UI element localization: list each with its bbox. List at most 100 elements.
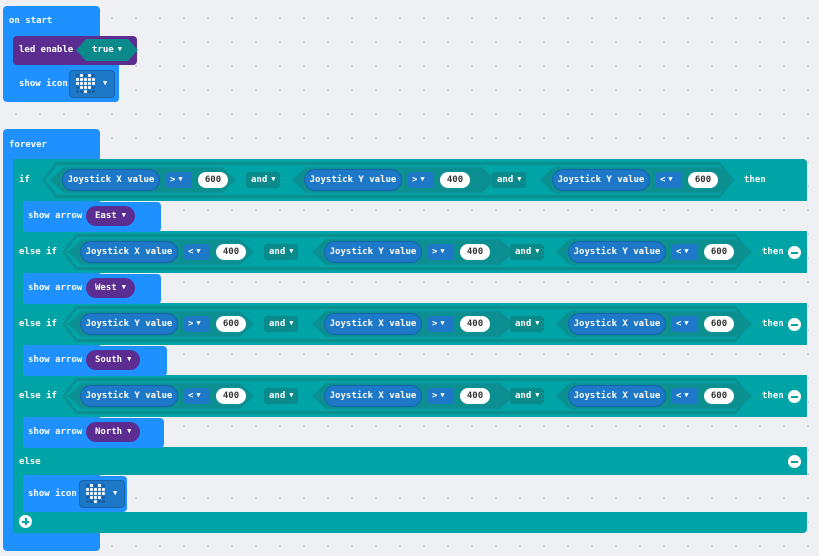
joystick-reporter[interactable]: Joystick Y value	[568, 241, 666, 263]
joystick-reporter[interactable]: Joystick X value	[324, 313, 422, 335]
and-label: and	[515, 247, 532, 257]
joystick-reporter[interactable]: Joystick X value	[568, 313, 666, 335]
joystick-reporter[interactable]: Joystick Y value	[324, 241, 422, 263]
arrow-direction-value: West	[95, 283, 117, 293]
chevron-down-icon: ▼	[103, 79, 108, 87]
chevron-down-icon: ▼	[271, 175, 276, 183]
arrow-direction-dropdown[interactable]: East ▼	[86, 206, 135, 226]
number-input[interactable]: 400	[460, 316, 490, 332]
arrow-direction-dropdown[interactable]: West ▼	[86, 278, 135, 298]
joystick-reporter[interactable]: Joystick Y value	[80, 313, 178, 335]
operator-value: >	[432, 391, 438, 401]
if-footer[interactable]	[13, 512, 807, 533]
comparison-operator-dropdown[interactable]: > ▼	[184, 316, 210, 332]
operator-value: <	[188, 247, 194, 257]
else-label: else	[19, 457, 41, 467]
then-label-3: then	[762, 319, 784, 329]
comparison-operator-dropdown[interactable]: < ▼	[656, 172, 682, 188]
comparison-operator-dropdown[interactable]: < ▼	[672, 316, 698, 332]
comparison-operator-dropdown[interactable]: > ▼	[408, 172, 434, 188]
and-operator-dropdown[interactable]: and ▼	[510, 316, 545, 332]
icon-picker[interactable]: ▼	[69, 70, 115, 98]
if-label: if	[19, 175, 30, 185]
comparison-operator-dropdown[interactable]: > ▼	[428, 316, 454, 332]
number-input[interactable]: 600	[704, 244, 734, 260]
chevron-down-icon: ▼	[113, 489, 118, 497]
remove-else-button[interactable]	[788, 455, 801, 468]
arrow-direction-value: North	[95, 427, 123, 437]
comparison-operator-dropdown[interactable]: < ▼	[672, 244, 698, 260]
else-icon-picker[interactable]: ▼	[79, 480, 125, 508]
joystick-reporter[interactable]: Joystick Y value	[552, 169, 650, 191]
and-label: and	[269, 391, 286, 401]
else-if-label-3: else if	[19, 391, 57, 401]
chevron-down-icon: ▼	[684, 319, 689, 327]
chevron-down-icon: ▼	[196, 247, 201, 255]
arrow-direction-dropdown[interactable]: South ▼	[86, 350, 141, 370]
show-arrow-label: show arrow	[28, 427, 83, 437]
and-operator-dropdown[interactable]: and ▼	[264, 388, 299, 404]
chevron-down-icon: ▼	[289, 391, 294, 399]
show-arrow-label: show arrow	[28, 283, 83, 293]
number-input[interactable]: 600	[688, 172, 718, 188]
number-input[interactable]: 400	[216, 388, 246, 404]
show-arrow-label: show arrow	[28, 355, 83, 365]
chevron-down-icon: ▼	[440, 247, 445, 255]
joystick-reporter[interactable]: Joystick Y value	[80, 385, 178, 407]
operator-value: <	[188, 391, 194, 401]
number-input[interactable]: 600	[216, 316, 246, 332]
and-operator-dropdown[interactable]: and ▼	[510, 244, 545, 260]
operator-value: <	[676, 391, 682, 401]
number-input[interactable]: 400	[440, 172, 470, 188]
comparison-operator-dropdown[interactable]: > ▼	[166, 172, 192, 188]
chevron-down-icon: ▼	[684, 247, 689, 255]
comparison-operator-dropdown[interactable]: > ▼	[428, 244, 454, 260]
joystick-reporter[interactable]: Joystick X value	[80, 241, 178, 263]
on-start-label: on start	[9, 16, 53, 26]
comparison-operator-dropdown[interactable]: > ▼	[428, 388, 454, 404]
number-input[interactable]: 400	[460, 244, 490, 260]
number-input[interactable]: 600	[704, 316, 734, 332]
and-label: and	[269, 247, 286, 257]
and-operator-dropdown[interactable]: and ▼	[264, 244, 299, 260]
comparison-operator-dropdown[interactable]: < ▼	[184, 244, 210, 260]
led-enable-dropdown[interactable]: true ▼	[76, 39, 138, 61]
number-input[interactable]: 600	[704, 388, 734, 404]
chevron-down-icon: ▼	[535, 319, 540, 327]
and-operator-dropdown[interactable]: and ▼	[510, 388, 545, 404]
operator-value: >	[432, 247, 438, 257]
operator-value: >	[432, 319, 438, 329]
chevron-down-icon: ▼	[440, 391, 445, 399]
number-input[interactable]: 600	[198, 172, 228, 188]
small-heart-icon	[86, 484, 106, 504]
remove-branch-button-3[interactable]	[788, 390, 801, 403]
joystick-reporter[interactable]: Joystick X value	[324, 385, 422, 407]
chevron-down-icon: ▼	[127, 427, 132, 435]
chevron-down-icon: ▼	[684, 391, 689, 399]
and-operator-dropdown[interactable]: and ▼	[246, 172, 281, 188]
and-label: and	[251, 175, 268, 185]
arrow-direction-value: East	[95, 211, 117, 221]
joystick-reporter[interactable]: Joystick X value	[568, 385, 666, 407]
remove-branch-button-2[interactable]	[788, 318, 801, 331]
remove-branch-button-1[interactable]	[788, 246, 801, 259]
else-show-icon-label: show icon	[28, 489, 77, 499]
and-operator-dropdown[interactable]: and ▼	[492, 172, 527, 188]
number-input[interactable]: 400	[216, 244, 246, 260]
add-branch-button[interactable]	[19, 515, 32, 528]
number-input[interactable]: 400	[460, 388, 490, 404]
joystick-reporter[interactable]: Joystick Y value	[304, 169, 402, 191]
and-operator-dropdown[interactable]: and ▼	[264, 316, 299, 332]
led-enable-value: true	[92, 45, 114, 55]
show-icon-label: show icon	[19, 79, 68, 89]
arrow-direction-dropdown[interactable]: North ▼	[86, 422, 141, 442]
operator-value: >	[412, 175, 418, 185]
comparison-operator-dropdown[interactable]: < ▼	[672, 388, 698, 404]
chevron-down-icon: ▼	[121, 211, 126, 219]
chevron-down-icon: ▼	[196, 319, 201, 327]
comparison-operator-dropdown[interactable]: < ▼	[184, 388, 210, 404]
else-if-label-2: else if	[19, 319, 57, 329]
chevron-down-icon: ▼	[535, 391, 540, 399]
else-row[interactable]	[13, 447, 807, 475]
joystick-reporter[interactable]: Joystick X value	[62, 169, 160, 191]
